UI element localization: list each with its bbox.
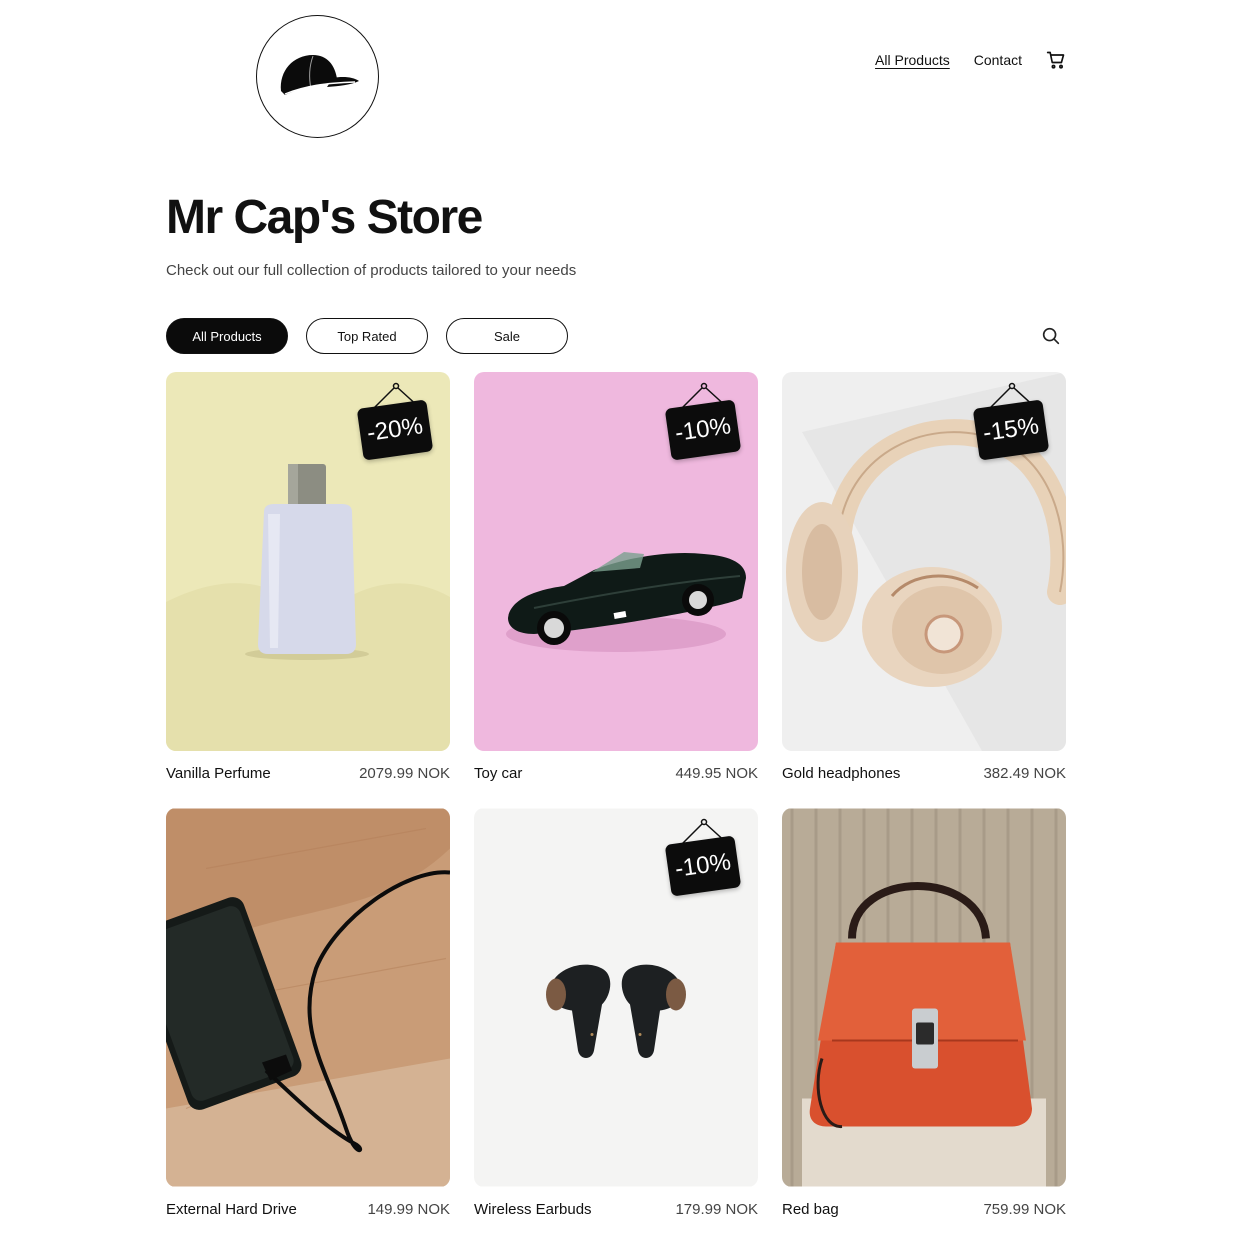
discount-label: -15% bbox=[972, 399, 1050, 461]
product-name: Wireless Earbuds bbox=[474, 1201, 592, 1218]
filter-tabs: All Products Top Rated Sale bbox=[166, 318, 568, 354]
page-title: Mr Cap's Store bbox=[166, 191, 483, 244]
discount-tag: -10% bbox=[664, 818, 742, 902]
product-image[interactable]: -20% bbox=[166, 372, 450, 751]
product-name: Red bag bbox=[782, 1201, 839, 1218]
discount-label: -10% bbox=[664, 399, 742, 461]
filter-top-rated[interactable]: Top Rated bbox=[306, 318, 428, 354]
product-card-wireless-earbuds[interactable]: -10% Wireless Earbuds 179.99 NOK bbox=[474, 808, 758, 1218]
cap-icon bbox=[280, 54, 359, 95]
product-name: External Hard Drive bbox=[166, 1201, 297, 1218]
product-price: 759.99 NOK bbox=[983, 1201, 1066, 1218]
nav-all-products[interactable]: All Products bbox=[875, 52, 950, 68]
product-price: 449.95 NOK bbox=[675, 765, 758, 782]
product-image[interactable]: -15% bbox=[782, 372, 1066, 751]
nav-contact[interactable]: Contact bbox=[974, 52, 1022, 68]
filter-all-products[interactable]: All Products bbox=[166, 318, 288, 354]
product-image[interactable] bbox=[782, 808, 1066, 1187]
product-price: 2079.99 NOK bbox=[359, 765, 450, 782]
discount-label: -20% bbox=[356, 399, 434, 461]
page-subtitle: Check out our full collection of product… bbox=[166, 262, 577, 279]
red-bag-image bbox=[782, 808, 1066, 1187]
discount-tag: -15% bbox=[972, 382, 1050, 466]
product-price: 382.49 NOK bbox=[983, 765, 1066, 782]
cart-icon[interactable] bbox=[1046, 50, 1066, 70]
search-icon[interactable] bbox=[1040, 325, 1062, 347]
product-price: 149.99 NOK bbox=[367, 1201, 450, 1218]
discount-tag: -10% bbox=[664, 382, 742, 466]
product-image[interactable]: -10% bbox=[474, 808, 758, 1187]
hard-drive-image bbox=[166, 808, 450, 1187]
product-image[interactable]: -10% bbox=[474, 372, 758, 751]
product-card-toy-car[interactable]: -10% Toy car 449.95 NOK bbox=[474, 372, 758, 782]
main-nav: All Products Contact bbox=[875, 50, 1066, 70]
product-card-gold-headphones[interactable]: -15% Gold headphones 382.49 NOK bbox=[782, 372, 1066, 782]
product-name: Toy car bbox=[474, 765, 523, 782]
product-name: Gold headphones bbox=[782, 765, 901, 782]
discount-tag: -20% bbox=[356, 382, 434, 466]
product-card-vanilla-perfume[interactable]: -20% Vanilla Perfume 2079.99 NOK bbox=[166, 372, 450, 782]
product-grid: -20% Vanilla Perfume 2079.99 NOK -10% To… bbox=[166, 372, 1066, 1218]
filter-sale[interactable]: Sale bbox=[446, 318, 568, 354]
product-card-red-bag[interactable]: Red bag 759.99 NOK bbox=[782, 808, 1066, 1218]
product-image[interactable] bbox=[166, 808, 450, 1187]
product-name: Vanilla Perfume bbox=[166, 765, 271, 782]
discount-label: -10% bbox=[664, 835, 742, 897]
store-logo[interactable] bbox=[256, 15, 379, 138]
product-price: 179.99 NOK bbox=[675, 1201, 758, 1218]
product-card-external-hard-drive[interactable]: External Hard Drive 149.99 NOK bbox=[166, 808, 450, 1218]
